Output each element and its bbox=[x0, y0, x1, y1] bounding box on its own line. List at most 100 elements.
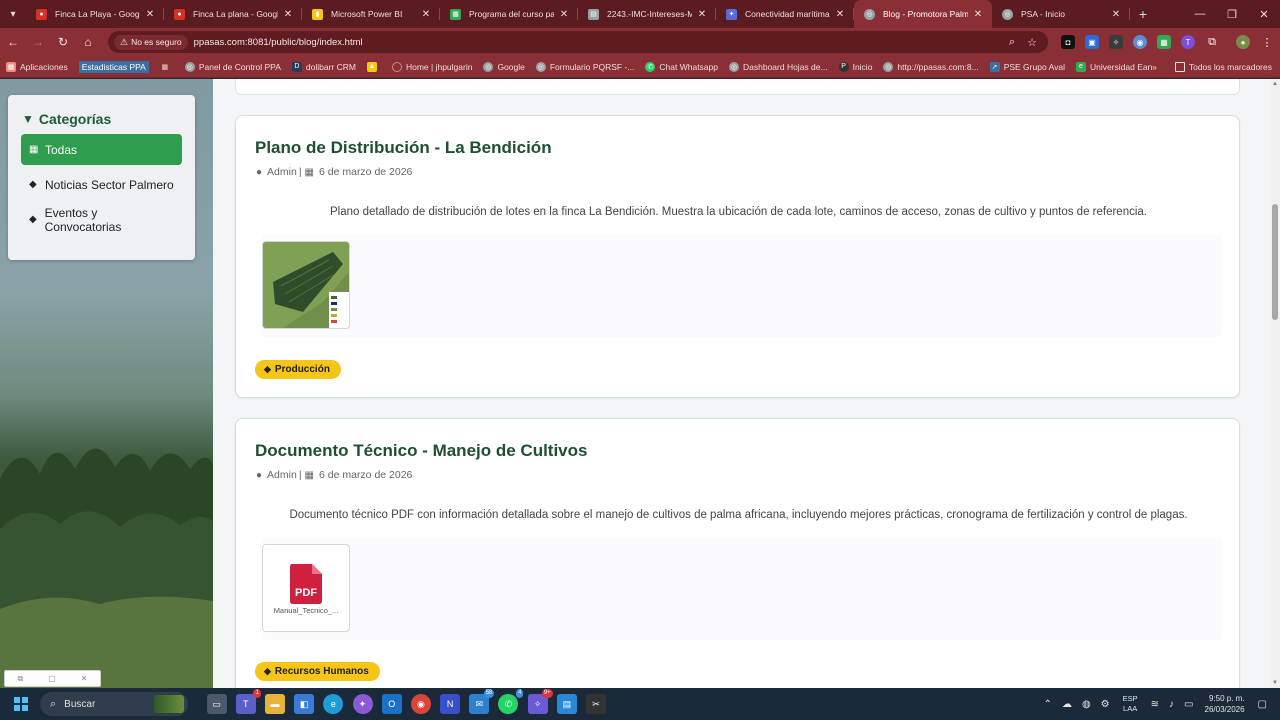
close-icon[interactable]: ✕ bbox=[696, 9, 708, 20]
windows-start-icon[interactable] bbox=[14, 697, 28, 711]
minimize-button[interactable]: — bbox=[1184, 0, 1216, 28]
bookmark-inicio[interactable]: P Inicio bbox=[838, 61, 872, 72]
scroll-up-arrow[interactable]: ▲ bbox=[1270, 79, 1280, 89]
bookmark-colorful[interactable]: ▲ bbox=[366, 61, 381, 72]
wifi-icon[interactable]: ≋ bbox=[1151, 699, 1159, 710]
file-explorer-icon[interactable]: ▬ bbox=[264, 694, 285, 714]
url-text[interactable]: ppasas.com:8081/public/blog/index.html bbox=[194, 37, 1002, 48]
extension-icon[interactable]: ◘ bbox=[1061, 35, 1075, 49]
notepad-icon[interactable]: ▤ bbox=[556, 694, 577, 714]
extension-icon[interactable]: ▦ bbox=[1157, 35, 1171, 49]
all-bookmarks-folder[interactable]: Todos los marcadores bbox=[1174, 62, 1272, 72]
outlook-icon[interactable]: O bbox=[381, 694, 402, 714]
restore-icon[interactable]: ▢ bbox=[48, 674, 56, 683]
close-window-button[interactable]: ✕ bbox=[1248, 0, 1280, 28]
teams-icon[interactable]: T1 bbox=[235, 689, 261, 714]
chat-icon[interactable]: ✧ 9+ bbox=[527, 689, 553, 714]
clock[interactable]: 9:50 p. m. 26/03/2026 bbox=[1205, 693, 1245, 715]
home-button[interactable]: ⌂ bbox=[76, 30, 100, 54]
copilot-icon[interactable]: ✦ bbox=[352, 694, 373, 714]
page-scrollbar[interactable]: ▲ ▼ bbox=[1270, 79, 1280, 688]
bookmark-panel-control[interactable]: ◎ Panel de Control PPA bbox=[184, 61, 281, 72]
category-tag[interactable]: ◆ Recursos Humanos bbox=[255, 662, 380, 681]
bookmark-ppasas[interactable]: ◎ http://ppasas.com:8... bbox=[883, 61, 979, 72]
network-icon[interactable]: ◍ bbox=[1082, 699, 1091, 710]
category-noticias[interactable]: ◆ Noticias Sector Palmero bbox=[21, 169, 182, 200]
chrome-icon[interactable]: ◉ bbox=[410, 694, 431, 714]
extension-icon[interactable]: T bbox=[1181, 35, 1195, 49]
volume-icon[interactable]: ♪ bbox=[1169, 699, 1174, 710]
post-title[interactable]: Plano de Distribución - La Bendición bbox=[255, 138, 552, 158]
tab-imc-intereses[interactable]: ▤ 2243.-IMC-Intereses-Mar ✕ bbox=[578, 0, 716, 28]
tab-search-button[interactable]: ▾ bbox=[0, 0, 26, 28]
category-eventos[interactable]: ◆ Eventos y Convocatorias bbox=[21, 204, 182, 235]
cloud-icon[interactable]: ☁ bbox=[1062, 699, 1072, 710]
close-icon[interactable]: ✕ bbox=[81, 674, 88, 683]
settings-icon[interactable]: ⚙ bbox=[1101, 699, 1110, 710]
copy-icon[interactable]: ⧉ bbox=[18, 674, 24, 684]
bookmark-grid[interactable]: ▦ bbox=[160, 62, 174, 72]
map-image-attachment[interactable] bbox=[262, 241, 350, 329]
close-icon[interactable]: ✕ bbox=[144, 9, 156, 20]
bookmark-label: Chat Whatsapp bbox=[659, 61, 718, 72]
mail-icon[interactable]: ✉ 58 bbox=[469, 689, 495, 714]
tab-title: 2243.-IMC-Intereses-Mar bbox=[607, 9, 692, 19]
bookmark-home-jhpulgarin[interactable]: Home | jhpulgarin bbox=[391, 61, 472, 72]
category-tag[interactable]: ◆ Producción bbox=[255, 360, 341, 379]
whatsapp-icon[interactable]: ✆ 4 bbox=[498, 689, 524, 714]
bookmark-whatsapp[interactable]: ✆ Chat Whatsapp bbox=[645, 61, 718, 72]
bookmark-pse[interactable]: ➚ PSE Grupo Aval bbox=[989, 61, 1065, 72]
onenote-icon[interactable]: N bbox=[440, 694, 461, 714]
back-button[interactable]: ← bbox=[1, 30, 25, 54]
bookmark-dashboard[interactable]: ◎ Dashboard Hojas de... bbox=[729, 61, 828, 72]
reload-button[interactable]: ↻ bbox=[51, 30, 75, 54]
bookmark-google[interactable]: ◎ Google bbox=[483, 61, 525, 72]
category-todas[interactable]: ▦ Todas bbox=[21, 134, 182, 165]
forward-button[interactable]: → bbox=[26, 30, 50, 54]
tab-psa-inicio[interactable]: ◎ PSA - Inicio ✕ bbox=[992, 0, 1130, 28]
scroll-thumb[interactable] bbox=[1272, 204, 1278, 320]
tab-blog-promotora[interactable]: ◎ Blog - Promotora Palmer ✕ bbox=[854, 0, 992, 28]
tab-power-bi[interactable]: ▮ Microsoft Power BI ✕ bbox=[302, 0, 440, 28]
post-title[interactable]: Documento Técnico - Manejo de Cultivos bbox=[255, 441, 587, 461]
zoom-icon[interactable]: ⌕ bbox=[1002, 36, 1022, 49]
tab-finca-la-plana[interactable]: ● Finca La plana - Google M ✕ bbox=[164, 0, 302, 28]
taskbar-search[interactable]: ⌕ Buscar bbox=[40, 692, 188, 716]
star-icon[interactable]: ☆ bbox=[1022, 36, 1042, 49]
new-tab-button[interactable]: + bbox=[1130, 0, 1156, 28]
restore-button[interactable]: ❐ bbox=[1216, 0, 1248, 28]
bookmark-pqrsf[interactable]: ◎ Formulario PQRSF -... bbox=[535, 61, 634, 72]
more-bookmarks-button[interactable]: » bbox=[1152, 62, 1157, 72]
tab-programa-curso[interactable]: ▦ Programa del curso para l ✕ bbox=[440, 0, 578, 28]
bookmark-aplicaciones[interactable]: ▦ Aplicaciones bbox=[6, 61, 68, 72]
close-icon[interactable]: ✕ bbox=[420, 9, 432, 20]
notifications-icon[interactable]: ▢ bbox=[1258, 699, 1267, 710]
snipping-icon[interactable]: ✂ bbox=[586, 694, 607, 714]
address-bar[interactable]: ⚠ No es seguro ppasas.com:8081/public/bl… bbox=[108, 31, 1048, 53]
scroll-down-arrow[interactable]: ▼ bbox=[1270, 678, 1280, 688]
extension-icon[interactable]: ✧ bbox=[1109, 35, 1123, 49]
bookmark-estadisticas[interactable]: Estadisticas PPA bbox=[78, 60, 149, 73]
avatar[interactable]: ● bbox=[1236, 35, 1250, 49]
close-icon[interactable]: ✕ bbox=[834, 9, 846, 20]
menu-icon[interactable]: ⋮ bbox=[1260, 35, 1274, 49]
chevron-up-icon[interactable]: ⌃ bbox=[1044, 699, 1052, 710]
security-indicator[interactable]: ⚠ No es seguro bbox=[114, 34, 188, 50]
store-icon[interactable]: ◧ bbox=[294, 694, 315, 714]
language-indicator[interactable]: ESP LAA bbox=[1123, 694, 1138, 714]
pdf-attachment[interactable]: PDF Manual_Tecnico_... bbox=[262, 544, 350, 632]
task-view-icon[interactable]: ▭ bbox=[206, 694, 227, 714]
extension-icon[interactable]: ▣ bbox=[1085, 35, 1099, 49]
edge-icon[interactable]: e bbox=[323, 694, 344, 714]
puzzle-icon[interactable]: ⧉ bbox=[1205, 35, 1219, 49]
bookmark-dolibarr[interactable]: Ddolibarr CRM bbox=[291, 61, 356, 72]
tab-conectividad[interactable]: ✦ Conectividad marítima e ✕ bbox=[716, 0, 854, 28]
bookmark-ean[interactable]: e Universidad Ean bbox=[1075, 61, 1152, 72]
close-icon[interactable]: ✕ bbox=[282, 9, 294, 20]
extension-icon[interactable]: ◉ bbox=[1133, 35, 1147, 49]
tab-finca-la-playa[interactable]: ● Finca La Playa - Google M ✕ bbox=[26, 0, 164, 28]
close-icon[interactable]: ✕ bbox=[972, 9, 984, 20]
battery-icon[interactable]: ▭ bbox=[1184, 699, 1193, 710]
close-icon[interactable]: ✕ bbox=[1110, 9, 1122, 20]
close-icon[interactable]: ✕ bbox=[558, 9, 570, 20]
